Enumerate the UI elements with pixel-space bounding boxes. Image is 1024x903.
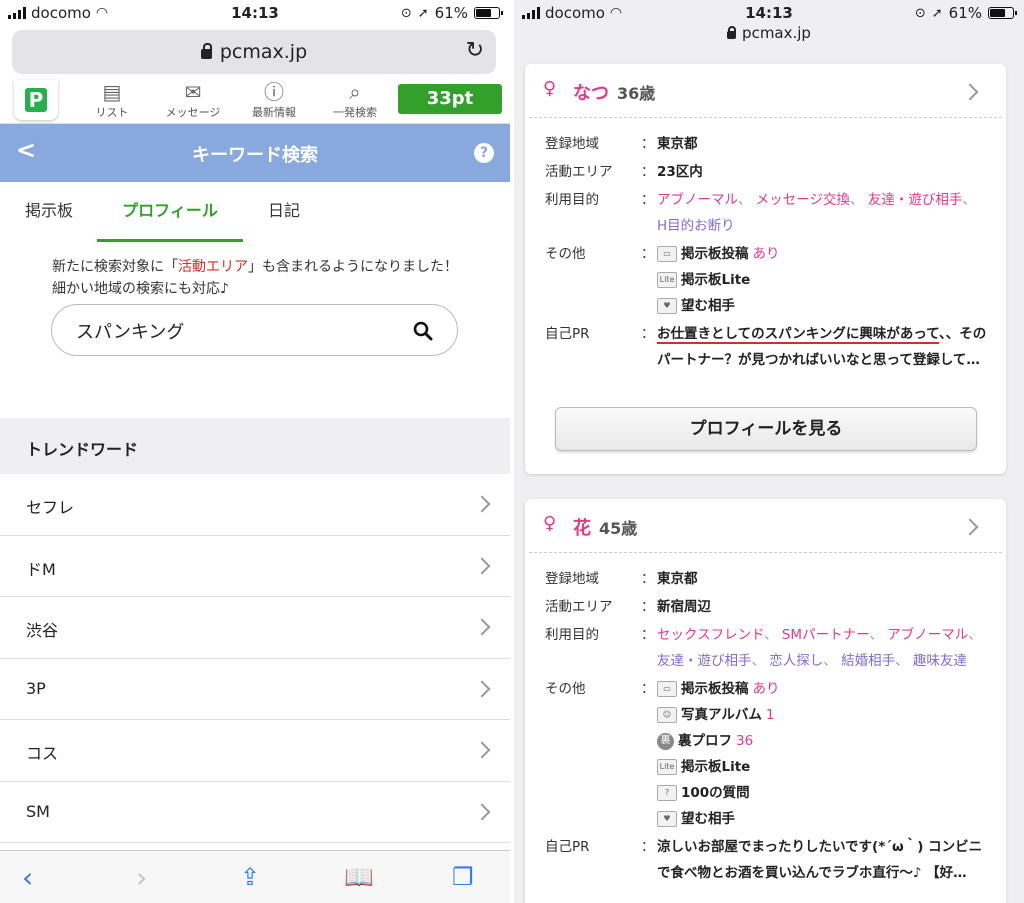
status-bar: docomo ◠ 14:13 ⊙ ➚ 61% [514, 0, 1024, 26]
nav-search[interactable]: ⌕ 一発検索 [315, 80, 395, 120]
board-icon: ▭ [657, 681, 677, 697]
location-icon: ➚ [417, 5, 429, 21]
page-header: < キーワード検索 ? [0, 124, 510, 182]
tab-profile[interactable]: プロフィール [97, 182, 243, 242]
profile-age: 36歳 [617, 84, 656, 103]
question-icon: ? [657, 785, 677, 801]
share-icon[interactable]: ⇪ [240, 863, 260, 891]
chevron-right-icon [473, 803, 491, 820]
chevron-right-icon [473, 495, 491, 513]
lock-icon [200, 43, 212, 59]
search-input[interactable] [76, 317, 396, 345]
lite-icon: Lite [657, 272, 677, 288]
chevron-right-icon [473, 741, 491, 759]
trend-item[interactable]: コス [0, 720, 510, 782]
female-icon: ♀ [543, 513, 557, 534]
status-bar: docomo ◠ 14:13 ⊙ ➚ 61% [0, 0, 510, 26]
page-title: キーワード検索 [192, 145, 318, 166]
location-icon: ➚ [931, 5, 943, 21]
search-icon[interactable] [413, 321, 433, 341]
nav-message-label: メッセージ [165, 106, 221, 119]
tab-board[interactable]: 掲示板 [14, 182, 84, 242]
trend-list: セフレ ドM 渋谷 3P コス SM [0, 474, 510, 843]
profile-card-header[interactable]: ♀ 花 45歳 [529, 499, 1002, 553]
chevron-right-icon [473, 680, 491, 697]
search-tabs: 掲示板 プロフィール 日記 [0, 182, 510, 242]
trend-heading: トレンドワード [0, 418, 510, 474]
nav-search-label: 一発検索 [333, 106, 377, 119]
view-profile-button[interactable]: プロフィールを見る [555, 407, 977, 451]
female-icon: ♀ [543, 78, 557, 99]
rotation-lock-icon: ⊙ [914, 5, 926, 21]
profile-age: 45歳 [599, 519, 638, 538]
tab-diary[interactable]: 日記 [256, 182, 312, 242]
search-icon: ⌕ [349, 80, 361, 104]
right-screen: docomo ◠ 14:13 ⊙ ➚ 61% pcmax.jp ♀ なつ 36歳 … [514, 0, 1024, 903]
trend-item[interactable]: ドM [0, 536, 510, 597]
ura-profile-icon: 裏 [657, 732, 674, 750]
chevron-right-icon [961, 83, 979, 101]
trend-item[interactable]: 渋谷 [0, 597, 510, 659]
nav-message[interactable]: ✉ メッセージ [153, 80, 233, 120]
trend-item[interactable]: SM [0, 782, 510, 843]
browser-forward-icon[interactable]: › [136, 861, 147, 894]
chevron-right-icon [473, 557, 491, 574]
address-bar[interactable]: pcmax.jp ↻ [12, 30, 496, 74]
pcmax-logo[interactable]: P [14, 80, 58, 120]
chevron-right-icon [961, 518, 979, 536]
trend-item[interactable]: 3P [0, 659, 510, 720]
info-icon: ⓘ [264, 80, 284, 104]
profile-card[interactable]: ♀ なつ 36歳 登録地域：東京都 活動エリア： 23区内 利用目的： アブノーマル… [525, 64, 1006, 474]
board-icon: ▭ [657, 246, 677, 262]
wish-partner-icon: ♥ [657, 298, 677, 314]
list-icon: ▤ [102, 80, 122, 104]
nav-list[interactable]: ▤ リスト [72, 80, 152, 120]
search-section: 新たに検索対象に「活動エリア」も含まれるようになりました！ 細かい地域の検索にも… [0, 242, 510, 418]
rotation-lock-icon: ⊙ [400, 5, 412, 21]
notice-line1: 新たに検索対象に「活動エリア」も含まれるようになりました！ [52, 259, 458, 275]
lock-icon [727, 26, 737, 39]
browser-toolbar: ‹ › ⇪ 📖 ❐ [0, 850, 510, 903]
profile-card[interactable]: ♀ 花 45歳 登録地域：東京都 活動エリア：新宿周辺 利用目的： セックスフレン… [525, 499, 1006, 903]
points-button[interactable]: 33pt [398, 84, 502, 114]
nav-news-label: 最新情報 [252, 106, 296, 119]
url-text: pcmax.jp [219, 41, 308, 63]
battery-icon [988, 7, 1017, 19]
browser-back-icon[interactable]: ‹ [22, 861, 33, 894]
app-nav: P ▤ リスト ✉ メッセージ ⓘ 最新情報 ⌕ 一発検索 33pt [0, 80, 510, 124]
tabs-icon[interactable]: ❐ [452, 863, 474, 891]
nav-news[interactable]: ⓘ 最新情報 [234, 80, 314, 120]
reload-icon[interactable]: ↻ [466, 38, 484, 63]
lite-icon: Lite [657, 759, 677, 775]
photo-album-icon: ☺ [657, 707, 677, 723]
battery-icon [474, 7, 503, 19]
compact-url[interactable]: pcmax.jp [514, 24, 1024, 42]
help-icon[interactable]: ? [474, 143, 494, 163]
battery-percent: 61% [434, 4, 468, 22]
notice-line2: 細かい地域の検索にも対応♪ [52, 281, 229, 297]
profile-name: 花 45歳 [573, 518, 638, 539]
profile-card-header[interactable]: ♀ なつ 36歳 [529, 64, 1002, 118]
battery-percent: 61% [948, 4, 982, 22]
chevron-right-icon [473, 618, 491, 636]
keyword-search[interactable] [51, 304, 458, 356]
trend-item[interactable]: セフレ [0, 474, 510, 536]
left-screen: docomo ◠ 14:13 ⊙ ➚ 61% pcmax.jp ↻ P ▤ リスト… [0, 0, 510, 903]
bookmarks-icon[interactable]: 📖 [344, 863, 374, 891]
wish-partner-icon: ♥ [657, 811, 677, 827]
nav-list-label: リスト [95, 106, 129, 119]
envelope-icon: ✉ [184, 80, 202, 104]
profile-name: なつ 36歳 [573, 83, 656, 104]
